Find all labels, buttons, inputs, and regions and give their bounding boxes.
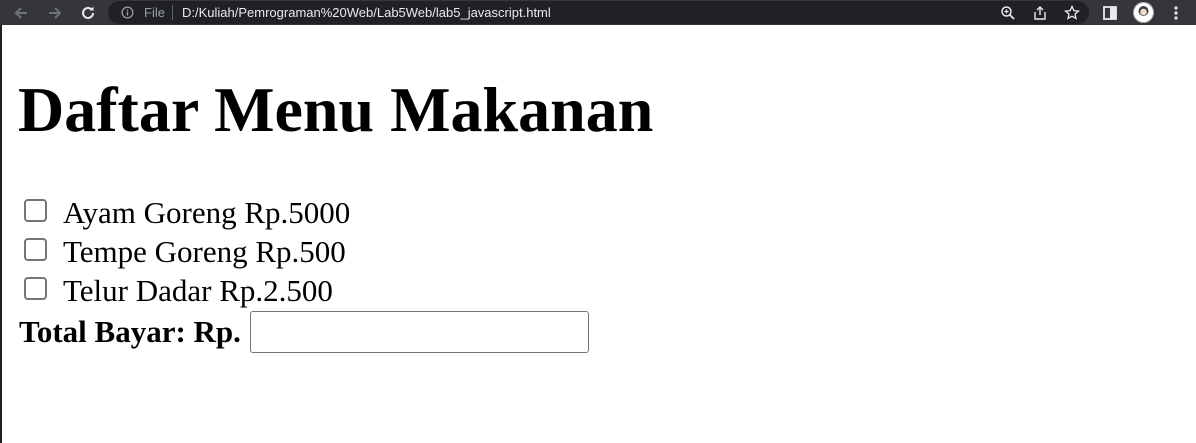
- checkbox-tempe-goreng[interactable]: [24, 237, 47, 261]
- file-label: File: [144, 5, 165, 20]
- menu-item-tempe-goreng: Tempe Goreng Rp.500: [24, 233, 346, 271]
- total-input[interactable]: [249, 311, 589, 353]
- info-icon[interactable]: [121, 6, 134, 19]
- browser-toolbar: File D:/Kuliah/Pemrograman%20Web/Lab5Web…: [0, 0, 1196, 25]
- checkbox-telur-dadar[interactable]: [24, 276, 47, 300]
- avatar[interactable]: [1133, 2, 1154, 23]
- checkbox-ayam-goreng[interactable]: [24, 198, 47, 222]
- url-text[interactable]: D:/Kuliah/Pemrograman%20Web/Lab5Web/lab5…: [182, 5, 551, 20]
- share-icon[interactable]: [1032, 5, 1048, 21]
- arrow-right-icon: [49, 6, 62, 19]
- star-icon[interactable]: [1064, 5, 1080, 21]
- menu-item-ayam-goreng: Ayam Goreng Rp.5000: [24, 194, 350, 232]
- menu-item-label: Ayam Goreng Rp.5000: [63, 195, 351, 230]
- side-panel-button[interactable]: [1100, 3, 1120, 23]
- side-panel-icon: [1103, 6, 1117, 20]
- reload-button[interactable]: [77, 2, 99, 23]
- back-button[interactable]: [10, 2, 32, 23]
- arrow-left-icon: [14, 6, 27, 19]
- profile-icon: [1133, 2, 1154, 23]
- total-label: Total Bayar: Rp.: [19, 314, 241, 349]
- menu-item-label: Telur Dadar Rp.2.500: [63, 273, 333, 308]
- menu-item-label: Tempe Goreng Rp.500: [63, 234, 346, 269]
- browser-menu-button[interactable]: [1166, 3, 1186, 23]
- more-vert-icon: [1174, 6, 1178, 20]
- zoom-icon[interactable]: [1000, 5, 1016, 21]
- menu-item-telur-dadar: Telur Dadar Rp.2.500: [24, 272, 333, 310]
- total-row: Total Bayar: Rp.: [19, 311, 589, 353]
- reload-icon: [82, 6, 94, 19]
- address-bar[interactable]: File D:/Kuliah/Pemrograman%20Web/Lab5Web…: [108, 1, 1089, 24]
- page-content: Daftar Menu Makanan Ayam Goreng Rp.5000 …: [2, 25, 1196, 443]
- forward-button[interactable]: [44, 2, 66, 23]
- omnibox-divider: [172, 5, 173, 20]
- page-title: Daftar Menu Makanan: [18, 74, 654, 145]
